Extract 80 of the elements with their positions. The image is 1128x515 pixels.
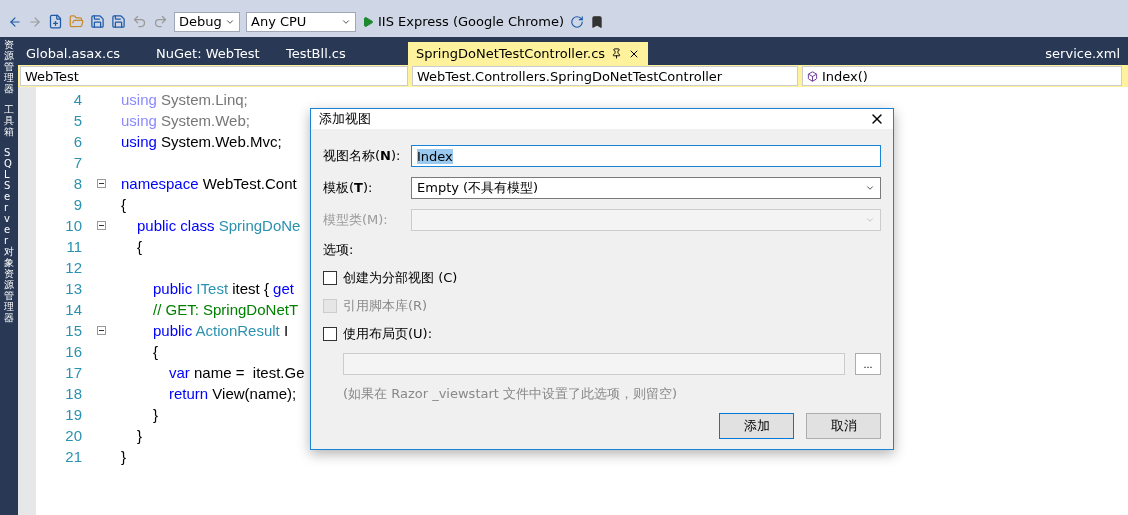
line-number: 5 <box>72 112 82 129</box>
code-line: public ActionResult I <box>153 322 289 339</box>
option-label: 引用脚本库(R) <box>343 297 428 315</box>
option-label: 使用布局页(U): <box>343 325 433 343</box>
dialog-button[interactable]: 添加 <box>719 413 794 439</box>
dialog-title: 添加视图 <box>319 110 371 128</box>
line-number: 4 <box>72 91 82 108</box>
layout-page-field[interactable] <box>343 353 845 375</box>
line-number: 8 <box>72 175 82 192</box>
collapse-icon[interactable] <box>97 326 106 335</box>
new-project-button[interactable] <box>48 14 63 29</box>
code-line: return View(name); <box>169 385 297 402</box>
line-number: 15 <box>64 322 82 339</box>
line-number: 10 <box>64 217 82 234</box>
browse-button[interactable]: ... <box>855 353 881 375</box>
run-button[interactable]: IIS Express (Google Chrome) <box>362 14 565 29</box>
cube-icon <box>807 70 818 82</box>
document-tab[interactable]: SpringDoNetTestController.cs <box>408 42 649 65</box>
line-number: 19 <box>64 406 82 423</box>
field-label: 模型类(M): <box>323 211 389 229</box>
play-icon <box>362 15 374 28</box>
code-line: public class SpringDoNe <box>137 217 301 234</box>
code-line: public ITest itest { get <box>153 280 294 297</box>
line-number: 12 <box>64 259 82 276</box>
bookmark-button[interactable] <box>590 14 605 29</box>
code-line: { <box>121 196 126 213</box>
collapse-icon[interactable] <box>97 179 106 188</box>
line-number: 14 <box>64 301 82 318</box>
template-dropdown[interactable]: Empty (不具有模型) <box>411 177 881 199</box>
save-all-button[interactable] <box>111 14 126 29</box>
code-line: } <box>137 427 142 444</box>
document-tab[interactable]: NuGet: WebTest <box>148 42 278 65</box>
document-tab[interactable]: service.xml <box>1037 42 1128 65</box>
view-name-field[interactable]: Index <box>411 145 881 167</box>
code-line: { <box>137 238 142 255</box>
pin-icon[interactable] <box>611 48 623 59</box>
options-heading: 选项: <box>323 241 355 259</box>
dropdown-caret-icon <box>865 183 875 193</box>
side-panel-tab[interactable]: 工具箱 <box>4 104 14 137</box>
code-line: // GET: SpringDoNetT <box>153 301 299 318</box>
line-number: 18 <box>64 385 82 402</box>
line-number: 21 <box>64 448 82 465</box>
refresh-button[interactable] <box>570 14 585 29</box>
line-number: 13 <box>64 280 82 297</box>
type-dropdown[interactable]: WebTest.Controllers.SpringDoNetTestController <box>412 66 798 86</box>
document-tab[interactable]: Global.asax.cs <box>18 42 148 65</box>
member-dropdown[interactable]: Index() <box>802 66 1122 86</box>
side-panel-tab[interactable]: SQL Server 对象资源管理器 <box>4 147 14 323</box>
side-panel-tab[interactable]: 资源管理器 <box>4 39 14 94</box>
code-line: var name = itest.Ge <box>169 364 305 381</box>
dropdown-caret-icon <box>865 215 875 225</box>
field-label: 视图名称(N): <box>323 147 402 165</box>
configuration-dropdown[interactable]: Debug <box>174 11 240 32</box>
line-number: 9 <box>72 196 82 213</box>
dialog-button[interactable]: 取消 <box>806 413 881 439</box>
document-tab[interactable]: TestBll.cs <box>278 42 408 65</box>
checkbox[interactable] <box>323 271 337 285</box>
project-dropdown[interactable]: WebTest <box>20 66 408 86</box>
save-button[interactable] <box>90 14 105 29</box>
line-number: 11 <box>65 238 82 255</box>
line-number: 20 <box>64 427 82 444</box>
hint-text: (如果在 Razor _viewstart 文件中设置了此选项，则留空) <box>342 385 679 403</box>
code-line: namespace WebTest.Cont <box>121 175 297 192</box>
code-line: using System.Linq; <box>121 91 248 108</box>
code-line: using System.Web; <box>121 112 250 129</box>
checkbox[interactable] <box>323 327 337 341</box>
line-number: 6 <box>72 133 82 150</box>
line-number: 7 <box>72 154 82 171</box>
member-text: Index() <box>822 68 868 84</box>
line-number: 17 <box>64 364 82 381</box>
option-label: 创建为分部视图 (C) <box>343 269 458 287</box>
code-line: } <box>153 406 158 423</box>
code-line: } <box>121 448 126 465</box>
code-line: using System.Web.Mvc; <box>121 133 282 150</box>
back-button[interactable] <box>8 14 22 29</box>
collapse-icon[interactable] <box>97 221 106 230</box>
line-number: 16 <box>64 343 82 360</box>
platform-dropdown[interactable]: Any CPU <box>246 11 356 32</box>
code-line: { <box>153 343 158 360</box>
field-label: 模板(T): <box>323 179 374 197</box>
